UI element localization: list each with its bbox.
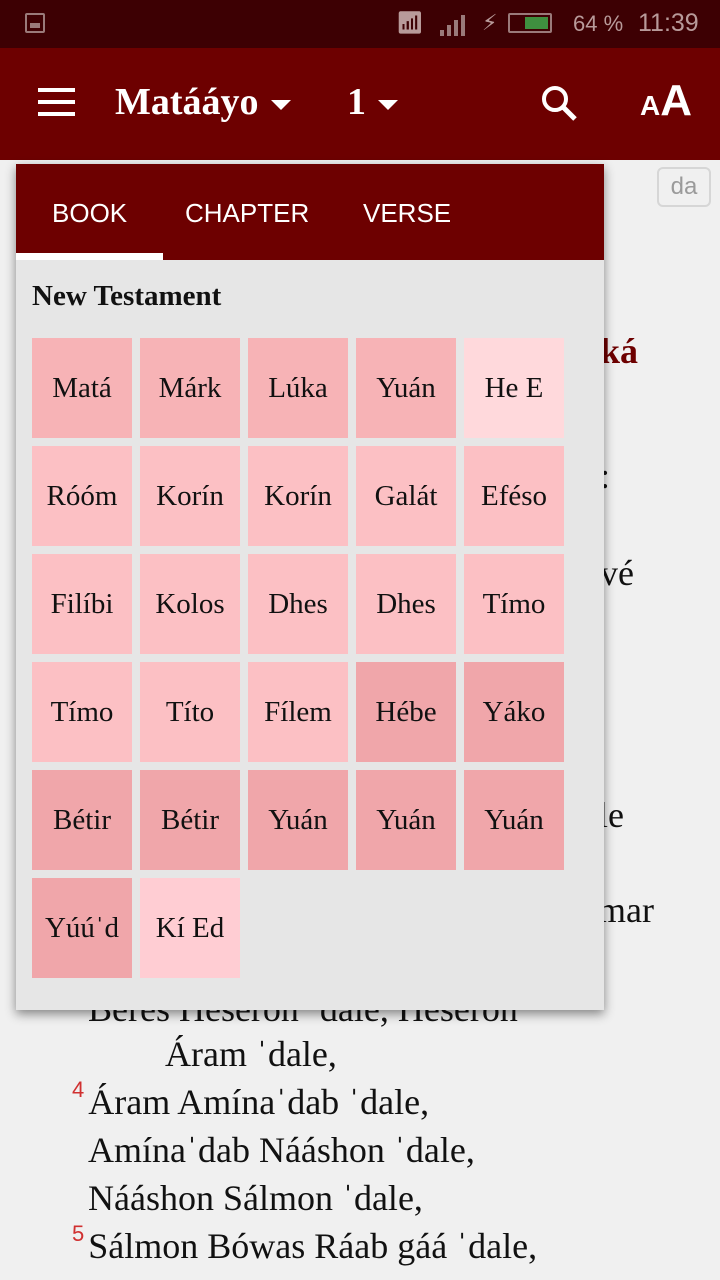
text-size-icon[interactable]: AA — [640, 76, 692, 126]
book-cell[interactable]: Yuán — [356, 770, 456, 870]
verse-line: Áram ˈdale, — [165, 1034, 337, 1074]
book-grid: Matá Márk Lúka Yuán He E Róóm Korín Korín Galát E… — [32, 338, 564, 978]
verse-text: Sálmon Bówas Ráab gáá ˈdale, — [88, 1226, 538, 1266]
book-cell[interactable]: Yáko — [464, 662, 564, 762]
background-fragment: mar — [598, 890, 654, 930]
book-cell[interactable]: Bétir — [32, 770, 132, 870]
tab-verse[interactable]: VERSE — [363, 164, 451, 260]
book-cell[interactable]: Kí Ed — [140, 878, 240, 978]
book-cell[interactable]: Yuán — [248, 770, 348, 870]
signal-icon — [440, 14, 465, 36]
book-cell[interactable]: Róóm — [32, 446, 132, 546]
battery-percent: 64 % — [573, 11, 624, 36]
book-cell[interactable]: Matá — [32, 338, 132, 438]
language-badge[interactable]: da — [657, 167, 711, 207]
verse-line: Nááshon Sálmon ˈdale, — [88, 1178, 423, 1218]
book-cell[interactable]: Yuán — [464, 770, 564, 870]
verse-text: Áram Amínaˈdab ˈdale, — [88, 1082, 430, 1122]
verse-line: 4 Áram Amínaˈdab ˈdale, — [72, 1077, 430, 1123]
section-title: New Testament — [32, 280, 222, 312]
book-cell[interactable]: Tímo — [464, 554, 564, 654]
book-name: Matááyo — [115, 81, 259, 123]
app-bar: Matááyo 1 AA — [0, 48, 720, 160]
book-picker-panel: BOOK CHAPTER VERSE New Testament Matá Már… — [15, 164, 604, 1010]
book-cell[interactable]: Eféso — [464, 446, 564, 546]
book-cell[interactable]: Bétir — [140, 770, 240, 870]
book-cell[interactable]: Dhes — [248, 554, 348, 654]
verse-line: 5 Sálmon Bówas Ráab gáá ˈdale, — [72, 1221, 538, 1267]
book-cell[interactable]: Lúka — [248, 338, 348, 438]
chevron-down-icon — [378, 100, 398, 111]
clock: 11:39 — [638, 9, 699, 37]
charging-icon: ⚡︎ — [482, 10, 498, 35]
book-cell[interactable]: Yuán — [356, 338, 456, 438]
picker-tabs: BOOK CHAPTER VERSE — [15, 164, 604, 260]
verse-line: Amínaˈdab Nááshon ˈdale, — [88, 1130, 475, 1170]
book-cell[interactable]: Fílem — [248, 662, 348, 762]
chevron-down-icon — [270, 100, 291, 111]
book-cell[interactable]: Kolos — [140, 554, 240, 654]
book-cell[interactable]: Títo — [140, 662, 240, 762]
book-cell[interactable]: He E — [464, 338, 564, 438]
book-cell[interactable]: Galát — [356, 446, 456, 546]
book-cell[interactable]: Hébe — [356, 662, 456, 762]
book-cell[interactable]: Tímo — [32, 662, 132, 762]
battery-icon — [508, 13, 552, 33]
search-icon[interactable] — [540, 84, 578, 122]
menu-icon[interactable] — [38, 88, 75, 116]
status-bar: 📶︎ ⚡︎ 64 % 11:39 — [0, 0, 720, 48]
book-selector[interactable]: Matááyo — [115, 80, 291, 124]
book-cell[interactable]: Korín — [140, 446, 240, 546]
verse-number: 4 — [72, 1077, 85, 1102]
book-cell[interactable]: Filíbi — [32, 554, 132, 654]
chapter-number: 1 — [347, 81, 366, 123]
verse-number: 5 — [72, 1221, 85, 1246]
tab-chapter[interactable]: CHAPTER — [185, 164, 309, 260]
image-icon — [25, 13, 45, 33]
book-cell[interactable]: Márk — [140, 338, 240, 438]
book-cell[interactable]: Dhes — [356, 554, 456, 654]
wifi-icon: 📶︎ — [396, 10, 424, 35]
book-cell[interactable]: Korín — [248, 446, 348, 546]
chapter-selector[interactable]: 1 — [347, 80, 398, 124]
background-fragment: vé — [600, 553, 634, 593]
background-fragment: ká — [600, 331, 639, 371]
tab-book[interactable]: BOOK — [15, 164, 164, 260]
book-cell[interactable]: Yúúˈd — [32, 878, 132, 978]
